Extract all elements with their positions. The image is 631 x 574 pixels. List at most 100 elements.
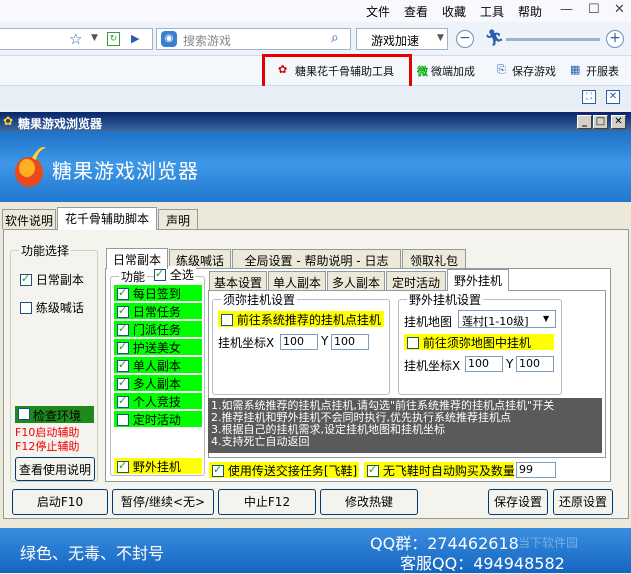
hotkey-button[interactable]: 修改热键 bbox=[320, 489, 418, 515]
app-logo-icon: ✿ bbox=[3, 114, 14, 128]
page-icon[interactable]: ↻ bbox=[107, 32, 120, 46]
checkbox-icon bbox=[154, 267, 166, 281]
candy-tool-button[interactable]: 糖果花千骨辅助工具 bbox=[295, 63, 394, 79]
check-env-label: 检查环境 bbox=[33, 409, 82, 423]
timed-activity-row[interactable]: 定时活动 bbox=[114, 411, 202, 427]
minimize-icon[interactable]: — bbox=[560, 2, 573, 17]
open-table-button[interactable]: 开服表 bbox=[586, 63, 619, 79]
speed-slider[interactable] bbox=[506, 38, 600, 41]
checkbox-icon bbox=[117, 459, 129, 473]
escort-row[interactable]: 护送美女 bbox=[114, 339, 202, 355]
zoom-in-icon[interactable]: + bbox=[606, 30, 624, 48]
chevron-down-icon[interactable]: ▼ bbox=[91, 33, 98, 43]
daily-task-row[interactable]: 日常任务 bbox=[114, 303, 202, 319]
xumi-y-label: Y bbox=[321, 334, 329, 348]
innertab-timed[interactable]: 定时活动 bbox=[386, 271, 446, 291]
wild-goto-checkbox[interactable]: 前往须弥地图中挂机 bbox=[404, 334, 554, 350]
pause-button[interactable]: 暂停/继续<无> bbox=[112, 489, 214, 515]
wild-hangup-label: 野外挂机 bbox=[132, 460, 181, 474]
checkbox-icon bbox=[117, 322, 129, 336]
info-box: 1.如需系统推荐的挂机点挂机,请勾选"前往系统推荐的挂机点挂机"开关 2.推荐挂… bbox=[208, 398, 602, 453]
multi-dungeon-row[interactable]: 多人副本 bbox=[114, 375, 202, 391]
close-tab-icon[interactable]: ✕ bbox=[606, 90, 620, 104]
wild-map-select[interactable]: 莲村[1-10级] ▼ bbox=[458, 310, 556, 328]
auto-buy-checkbox[interactable]: 无飞鞋时自动购买及数量 bbox=[364, 462, 515, 478]
weiduan-button[interactable]: 微端加成 bbox=[431, 63, 475, 79]
game-accel-dropdown[interactable]: 游戏加速 ▼ bbox=[356, 28, 448, 50]
restore-settings-button[interactable]: 还原设置 bbox=[553, 489, 613, 515]
xumi-coord-label: 挂机坐标X bbox=[218, 336, 275, 350]
menu-help[interactable]: 帮助 bbox=[518, 3, 542, 20]
runner-icon[interactable]: 🏃︎ bbox=[484, 30, 504, 48]
search-icon[interactable]: ⌕ bbox=[331, 30, 339, 46]
zoom-out-icon[interactable]: − bbox=[456, 30, 474, 48]
item-label: 护送美女 bbox=[132, 341, 181, 355]
subtab-gift[interactable]: 领取礼包 bbox=[402, 249, 466, 269]
info-line-4: 4.支持死亡自动返回 bbox=[211, 435, 310, 448]
menu-favorites[interactable]: 收藏 bbox=[442, 3, 466, 20]
save-settings-button[interactable]: 保存设置 bbox=[488, 489, 548, 515]
star-icon[interactable]: ☆ bbox=[69, 30, 82, 48]
innertab-wild[interactable]: 野外挂机 bbox=[447, 269, 509, 291]
sect-task-row[interactable]: 门派任务 bbox=[114, 321, 202, 337]
fullscreen-icon[interactable]: ⛶ bbox=[582, 90, 596, 104]
subtab-global-settings[interactable]: 全局设置 - 帮助说明 - 日志 bbox=[232, 249, 401, 269]
wild-y-input[interactable]: 100 bbox=[516, 356, 554, 372]
calendar-icon: ▦ bbox=[570, 63, 581, 76]
function-title: 功能 bbox=[119, 268, 148, 285]
start-button[interactable]: 启动F10 bbox=[12, 489, 108, 515]
xumi-y-input[interactable]: 100 bbox=[331, 334, 369, 350]
wild-hangup-row[interactable]: 野外挂机 bbox=[114, 458, 202, 474]
daily-signin-row[interactable]: 每日签到 bbox=[114, 285, 202, 301]
innertab-basic[interactable]: 基本设置 bbox=[209, 271, 267, 291]
checkbox-icon bbox=[117, 340, 129, 354]
close-icon[interactable]: ✕ bbox=[614, 2, 625, 17]
save-game-button[interactable]: 保存游戏 bbox=[512, 63, 556, 79]
tab-hqg-script[interactable]: 花千骨辅助脚本 bbox=[57, 207, 157, 230]
app-minimize-icon[interactable]: _ bbox=[577, 115, 592, 129]
auto-buy-qty-input[interactable]: 99 bbox=[516, 462, 556, 478]
subtab-daily-dungeon[interactable]: 日常副本 bbox=[106, 248, 168, 269]
daily-dungeon-checkbox[interactable]: 日常副本 bbox=[20, 271, 84, 288]
checkbox-icon bbox=[221, 314, 233, 326]
search-input[interactable]: 搜索游戏 bbox=[183, 32, 231, 49]
checkbox-icon bbox=[117, 414, 129, 426]
transfer-checkbox[interactable]: 使用传送交接任务[飞鞋] bbox=[209, 462, 359, 478]
view-help-button[interactable]: 查看使用说明 bbox=[15, 457, 95, 481]
chevron-down-icon: ▼ bbox=[543, 314, 550, 323]
daily-dungeon-label: 日常副本 bbox=[35, 273, 84, 287]
wild-x-input[interactable]: 100 bbox=[465, 356, 503, 372]
stop-button[interactable]: 中止F12 bbox=[218, 489, 316, 515]
menu-view[interactable]: 查看 bbox=[404, 3, 428, 20]
search-box[interactable]: ◉ 搜索游戏 ⌕ bbox=[156, 28, 351, 50]
item-label: 定时活动 bbox=[132, 413, 181, 427]
wild-goto-label: 前往须弥地图中挂机 bbox=[422, 336, 531, 350]
address-input[interactable]: ☆ ▼ ↻ ▶ bbox=[0, 28, 153, 50]
tab-software-info[interactable]: 软件说明 bbox=[2, 209, 56, 229]
watermark: 当下软件园 bbox=[518, 536, 579, 550]
tab-statement[interactable]: 声明 bbox=[158, 209, 198, 229]
app-close-icon[interactable]: ✕ bbox=[611, 115, 626, 129]
menu-tools[interactable]: 工具 bbox=[480, 3, 504, 20]
candy-tool-icon: ✿ bbox=[278, 63, 288, 76]
app-maximize-icon[interactable]: □ bbox=[593, 115, 608, 129]
save-icon: ⎘ bbox=[497, 63, 506, 76]
checkbox-icon bbox=[117, 394, 129, 408]
item-label: 多人副本 bbox=[132, 377, 181, 391]
xumi-x-input[interactable]: 100 bbox=[280, 334, 318, 350]
check-env-box[interactable]: 检查环境 bbox=[15, 406, 94, 423]
search-engine-icon[interactable]: ◉ bbox=[161, 31, 177, 47]
play-icon[interactable]: ▶ bbox=[131, 32, 139, 45]
item-label: 单人副本 bbox=[132, 359, 181, 373]
checkbox-icon bbox=[212, 463, 224, 477]
solo-dungeon-row[interactable]: 单人副本 bbox=[114, 357, 202, 373]
innertab-solo[interactable]: 单人副本 bbox=[268, 271, 326, 291]
xumi-goto-checkbox[interactable]: 前往系统推荐的挂机点挂机 bbox=[218, 311, 384, 327]
personal-arena-row[interactable]: 个人竞技 bbox=[114, 393, 202, 409]
level-shout-checkbox[interactable]: 练级喊话 bbox=[20, 299, 84, 316]
wild-coord-label: 挂机坐标X bbox=[404, 359, 461, 373]
innertab-multi[interactable]: 多人副本 bbox=[327, 271, 385, 291]
menu-file[interactable]: 文件 bbox=[366, 3, 390, 20]
maximize-icon[interactable]: ☐ bbox=[588, 2, 600, 17]
wild-y-label: Y bbox=[506, 357, 514, 371]
